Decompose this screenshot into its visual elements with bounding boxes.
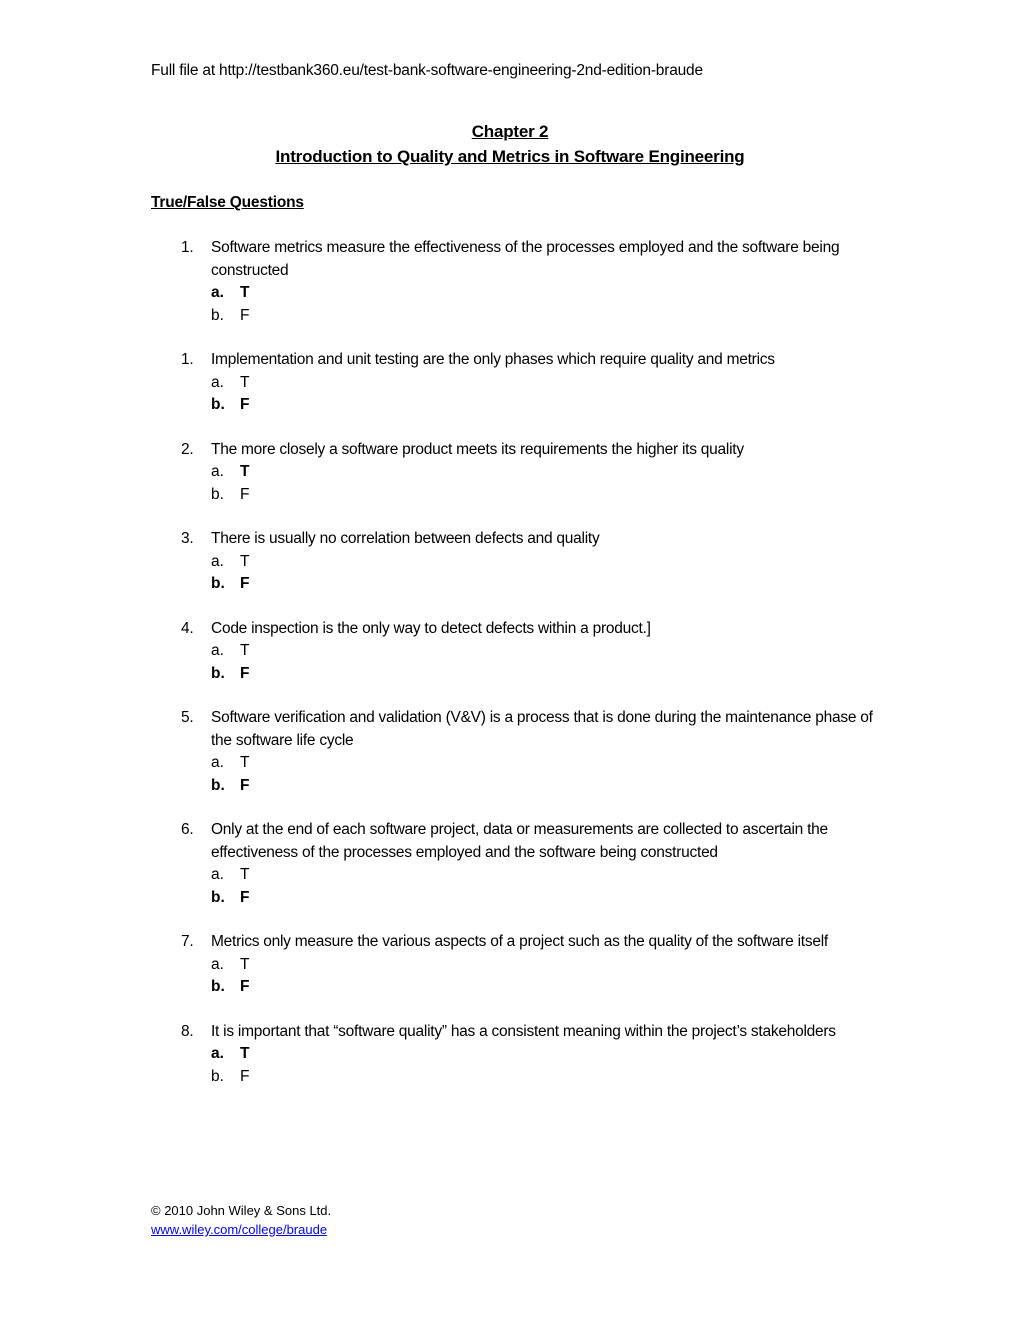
question-text: Metrics only measure the various aspects… (211, 933, 828, 950)
option-value: T (240, 754, 250, 771)
option-value: T (240, 463, 250, 480)
option-value: T (240, 642, 250, 659)
answer-option-true: a. T (0, 752, 1020, 775)
option-letter: b. (211, 306, 224, 324)
question-number: 8. (181, 1022, 194, 1040)
option-value: T (240, 955, 250, 973)
option-value: F (240, 978, 250, 995)
answer-option-false: b. F (0, 394, 1020, 417)
answer-option-true: a. T (0, 954, 1020, 977)
option-letter: b. (211, 575, 225, 592)
question-number: 1. (181, 351, 194, 368)
question-row: 1. Software metrics measure the effective… (0, 237, 891, 282)
question-number: 6. (181, 821, 194, 838)
option-letter: a. (211, 955, 224, 973)
answer-option-true: a. T (0, 282, 1020, 305)
answer-option-true: a. T (0, 864, 1020, 887)
option-value: F (240, 306, 250, 324)
chapter-subtitle: Introduction to Quality and Metrics in S… (275, 147, 745, 166)
question-row: 3. There is usually no correlation betwee… (0, 528, 891, 551)
answer-option-false: b. F (0, 484, 1020, 507)
copyright-text: © 2010 John Wiley & Sons Ltd. (151, 1203, 332, 1218)
answer-option-true: a. T (0, 551, 1020, 574)
option-letter: a. (211, 552, 224, 570)
source-url-line: Full file at http://testbank360.eu/test-… (151, 62, 703, 79)
option-value: F (240, 664, 250, 682)
option-value: F (240, 575, 250, 592)
question-item: 7. Metrics only measure the various aspec… (0, 931, 1020, 999)
question-number: 5. (181, 709, 194, 726)
question-text: Software verification and validation (V&… (211, 709, 873, 749)
option-value: T (240, 1045, 250, 1062)
option-letter: a. (211, 463, 224, 480)
option-value: F (240, 485, 250, 503)
option-letter: a. (211, 1045, 224, 1062)
option-value: T (240, 552, 250, 570)
option-letter: a. (211, 642, 224, 659)
question-row: 4. Code inspection is the only way to det… (0, 618, 891, 641)
option-value: F (240, 396, 250, 413)
option-letter: a. (211, 754, 224, 771)
answer-option-true: a. T (0, 1043, 1020, 1066)
option-letter: a. (211, 866, 224, 883)
question-number: 2. (181, 440, 194, 458)
option-letter: a. (211, 373, 224, 391)
question-number: 3. (181, 530, 194, 547)
option-letter: b. (211, 396, 225, 413)
publisher-link[interactable]: www.wiley.com/college/braude (151, 1222, 327, 1237)
chapter-title: Chapter 2 (471, 122, 549, 141)
question-item: 3. There is usually no correlation betwee… (0, 528, 1020, 596)
question-item: 1. Implementation and unit testing are th… (0, 349, 1020, 417)
question-text: There is usually no correlation between … (211, 530, 600, 547)
answer-option-false: b. F (0, 976, 1020, 999)
answer-option-false: b. F (0, 1066, 1020, 1089)
question-row: 2. The more closely a software product me… (0, 439, 891, 462)
question-row: 7. Metrics only measure the various aspec… (0, 931, 891, 954)
option-letter: b. (211, 776, 225, 794)
question-text: It is important that “software quality” … (211, 1022, 836, 1040)
answer-option-true: a. T (0, 461, 1020, 484)
option-value: T (240, 866, 250, 883)
option-value: F (240, 776, 250, 794)
option-letter: b. (211, 1067, 224, 1085)
question-item: 2. The more closely a software product me… (0, 439, 1020, 507)
answer-option-true: a. T (0, 372, 1020, 395)
question-text: The more closely a software product meet… (211, 440, 744, 458)
answer-option-true: a. T (0, 640, 1020, 663)
option-value: T (240, 373, 250, 391)
option-value: T (240, 284, 250, 301)
section-title: True/False Questions (151, 194, 304, 211)
question-row: 8. It is important that “software quality… (0, 1021, 891, 1044)
question-row: 6. Only at the end of each software proje… (0, 819, 891, 864)
question-list: 1. Software metrics measure the effective… (0, 237, 1020, 1110)
question-item: 8. It is important that “software quality… (0, 1021, 1020, 1089)
answer-option-false: b. F (0, 663, 1020, 686)
answer-option-false: b. F (0, 573, 1020, 596)
option-letter: b. (211, 664, 225, 682)
option-letter: b. (211, 485, 224, 503)
option-letter: a. (211, 284, 224, 301)
question-text: Code inspection is the only way to detec… (211, 619, 651, 637)
option-value: F (240, 1067, 250, 1085)
question-number: 7. (181, 933, 194, 950)
question-item: 4. Code inspection is the only way to det… (0, 618, 1020, 686)
answer-option-false: b. F (0, 775, 1020, 798)
question-number: 1. (181, 239, 194, 256)
option-letter: b. (211, 978, 225, 995)
answer-option-false: b. F (0, 887, 1020, 910)
question-row: 1. Implementation and unit testing are th… (0, 349, 891, 372)
question-number: 4. (181, 619, 194, 637)
option-letter: b. (211, 888, 225, 906)
question-row: 5. Software verification and validation (… (0, 707, 891, 752)
question-text: Implementation and unit testing are the … (211, 351, 775, 368)
question-item: 5. Software verification and validation (… (0, 707, 1020, 797)
answer-option-false: b. F (0, 305, 1020, 328)
option-value: F (240, 888, 250, 906)
question-item: 6. Only at the end of each software proje… (0, 819, 1020, 909)
question-item: 1. Software metrics measure the effective… (0, 237, 1020, 327)
question-text: Software metrics measure the effectivene… (211, 239, 840, 279)
question-text: Only at the end of each software project… (211, 821, 828, 861)
footer: © 2010 John Wiley & Sons Ltd. www.wiley.… (151, 1201, 331, 1239)
